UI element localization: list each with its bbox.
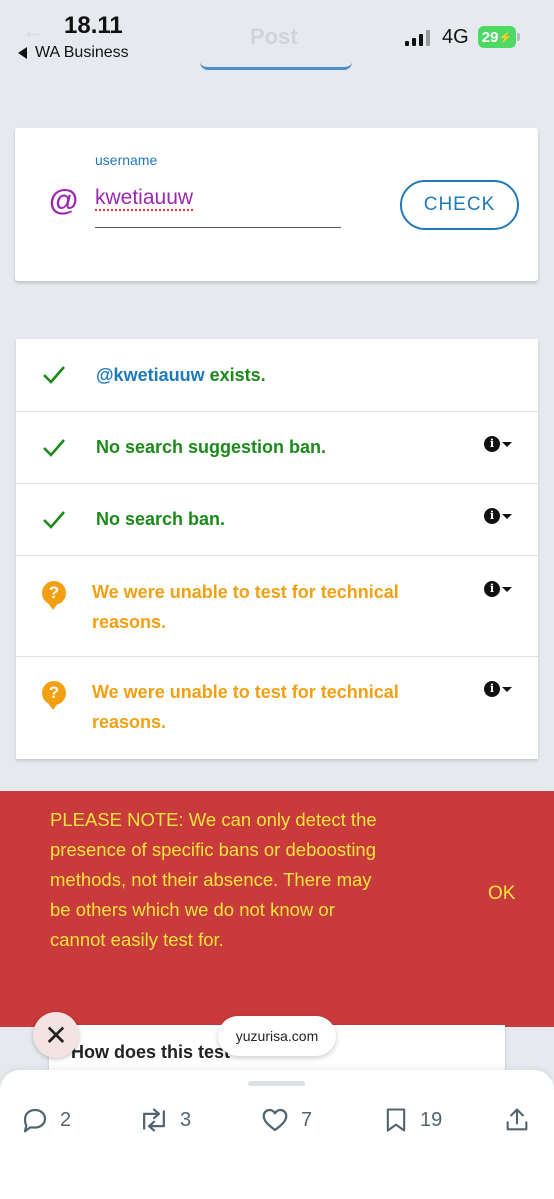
info-icon[interactable]: i [484,436,500,452]
faq-title: How does this test [71,1042,231,1062]
check-icon [43,511,65,529]
result-username: @kwetiauuw [96,365,205,385]
like-count: 7 [301,1108,313,1131]
result-text: We were unable to test for technical rea… [92,682,399,732]
heart-icon [262,1108,288,1132]
info-icon[interactable]: i [484,508,500,524]
close-button[interactable]: ✕ [33,1012,79,1058]
header-divider [200,62,352,70]
domain-pill[interactable]: yuzurisa.com [218,1016,336,1056]
caret-down-icon[interactable] [502,514,512,519]
page-title: Post [250,24,298,49]
result-text: @kwetiauuw exists. [96,365,266,385]
info-icon[interactable]: i [484,681,500,697]
like-button[interactable]: 7 [259,1102,312,1138]
back-triangle-icon [18,47,27,59]
battery-icon: 29 ⚡ [478,26,520,48]
result-row-suggestion-ban[interactable]: No search suggestion ban. i [16,412,538,484]
bookmark-count: 19 [420,1108,443,1131]
network-label: 4G [442,26,469,48]
reply-count: 2 [60,1108,72,1131]
result-row-exists: @kwetiauuw exists. [16,339,538,412]
input-underline [95,227,341,228]
question-bubble-icon: ? [42,581,66,610]
share-icon [506,1108,528,1131]
at-sign-icon: @ [49,184,79,217]
repost-icon [143,1108,165,1132]
username-card: @ username kwetiauuw CHECK [15,128,538,281]
result-text: No search ban. [96,509,226,529]
signal-icon [405,30,430,46]
result-row-technical-1[interactable]: ? We were unable to test for technical r… [16,556,538,657]
check-icon [43,366,65,384]
battery-level: 29 [481,28,499,46]
notice-text: PLEASE NOTE: We can only detect the pres… [50,809,377,950]
back-app-label: WA Business [35,44,129,61]
result-row-search-ban[interactable]: No search ban. i [16,484,538,556]
username-field-label: username [95,152,158,168]
back-to-app-link[interactable]: WA Business [18,44,129,62]
notice-ok-button[interactable]: OK [488,883,515,905]
repost-button[interactable]: 3 [138,1102,191,1138]
back-arrow-icon[interactable]: ← [22,18,44,44]
caret-down-icon[interactable] [502,687,512,692]
reply-icon [23,1108,47,1133]
result-text: No search suggestion ban. [96,437,327,457]
results-list: @kwetiauuw exists. No search suggestion … [16,339,538,759]
info-icon[interactable]: i [484,581,500,597]
share-button[interactable] [503,1102,531,1138]
result-text: We were unable to test for technical rea… [92,582,399,632]
result-row-technical-2[interactable]: ? We were unable to test for technical r… [16,657,538,759]
reply-button[interactable]: 2 [20,1102,71,1138]
bookmark-button[interactable]: 19 [382,1102,442,1138]
close-icon: ✕ [44,1019,68,1051]
caret-down-icon[interactable] [502,442,512,447]
notice-banner: PLEASE NOTE: We can only detect the pres… [0,791,554,1027]
status-time: 18.11 [64,12,123,39]
action-sheet: 2 3 7 19 [0,1070,554,1199]
bookmark-icon [386,1108,406,1132]
repost-count: 3 [180,1108,192,1131]
caret-down-icon[interactable] [502,587,512,592]
username-input[interactable]: kwetiauuw [95,186,193,210]
status-bar: ← Post 18.11 WA Business 4G 29 ⚡ [0,0,554,70]
check-button[interactable]: CHECK [400,180,519,230]
check-icon [43,439,65,457]
post-actions: 2 3 7 19 [0,1102,554,1138]
question-bubble-icon: ? [42,681,66,710]
sheet-grabber[interactable] [248,1081,305,1086]
